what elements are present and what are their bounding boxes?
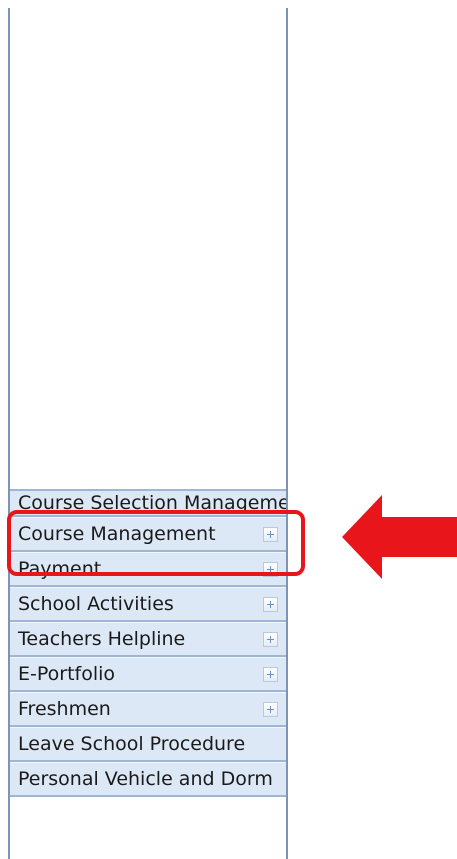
expand-plus-icon[interactable] bbox=[263, 632, 278, 647]
sidebar-right-border bbox=[286, 8, 288, 859]
sidebar-item-label: Teachers Helpline bbox=[18, 628, 186, 650]
sidebar-item-course-management[interactable]: Course Management bbox=[10, 517, 286, 552]
sidebar-item-teachers-helpline[interactable]: Teachers Helpline bbox=[10, 622, 286, 657]
expand-plus-icon[interactable] bbox=[263, 702, 278, 717]
expand-plus-icon[interactable] bbox=[263, 527, 278, 542]
sidebar-item-label: Payment bbox=[18, 558, 102, 580]
sidebar-item-school-activities[interactable]: School Activities bbox=[10, 587, 286, 622]
sidebar-item-course-selection-management[interactable]: Course Selection Management bbox=[10, 489, 286, 517]
expand-plus-icon[interactable] bbox=[263, 597, 278, 612]
sidebar-item-label: School Activities bbox=[18, 593, 174, 615]
sidebar-nav-list: Course Selection Management Course Manag… bbox=[10, 489, 286, 797]
sidebar-item-label: Leave School Procedure bbox=[18, 733, 246, 755]
expand-plus-icon[interactable] bbox=[263, 562, 278, 577]
sidebar-item-label: E-Portfolio bbox=[18, 663, 116, 685]
sidebar-item-label: Personal Vehicle and Dorm bbox=[18, 768, 273, 790]
sidebar-item-label: Course Selection Management bbox=[18, 492, 286, 514]
arrow-left-icon bbox=[342, 495, 457, 579]
sidebar-item-freshmen[interactable]: Freshmen bbox=[10, 692, 286, 727]
sidebar-panel: Course Selection Management Course Manag… bbox=[0, 0, 288, 859]
sidebar-item-payment[interactable]: Payment bbox=[10, 552, 286, 587]
sidebar-item-label: Freshmen bbox=[18, 698, 111, 720]
expand-plus-icon[interactable] bbox=[263, 667, 278, 682]
sidebar-item-e-portfolio[interactable]: E-Portfolio bbox=[10, 657, 286, 692]
sidebar-item-leave-school-procedure[interactable]: Leave School Procedure bbox=[10, 727, 286, 762]
sidebar-item-personal-vehicle-and-dorm[interactable]: Personal Vehicle and Dorm bbox=[10, 762, 286, 797]
sidebar-item-label: Course Management bbox=[18, 523, 216, 545]
